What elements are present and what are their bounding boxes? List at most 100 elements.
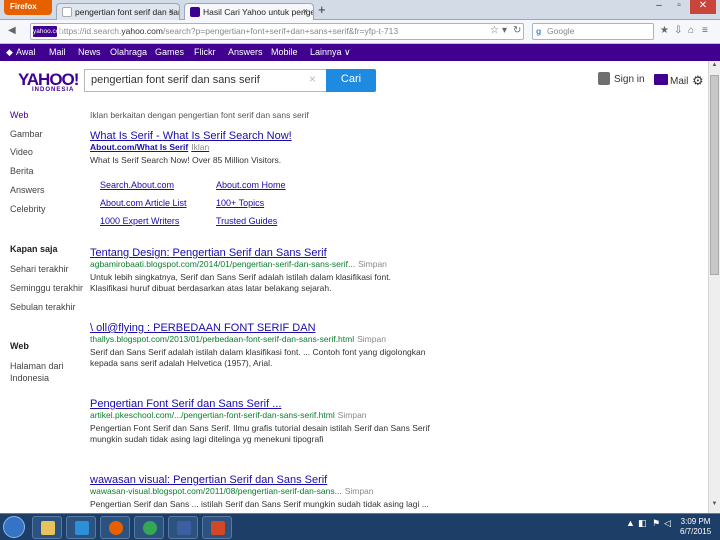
- home-icon[interactable]: ⌂: [688, 25, 694, 36]
- result-title[interactable]: wawasan visual: Pengertian Serif dan San…: [90, 474, 429, 486]
- ad-sitelink[interactable]: 100+ Topics: [216, 198, 264, 208]
- site-identity-badge[interactable]: yahoo.com: [33, 26, 65, 37]
- taskbar-explorer[interactable]: [32, 516, 62, 539]
- ad-sitelink[interactable]: Trusted Guides: [216, 216, 277, 226]
- close-icon[interactable]: ×: [169, 6, 174, 16]
- sidebar-region-line1[interactable]: Halaman dari: [10, 361, 64, 371]
- yahoo-y-icon: [190, 7, 200, 17]
- tab-google[interactable]: pengertian font serif dan sans serif ×: [56, 3, 180, 20]
- reload-icon[interactable]: ↻: [513, 25, 521, 36]
- url-prefix: https://id.search.: [59, 26, 122, 36]
- mail-icon[interactable]: [654, 74, 668, 85]
- nav-answers[interactable]: Answers: [228, 47, 263, 57]
- ad-sitelink[interactable]: Search.About.com: [100, 180, 174, 190]
- window-close-icon[interactable]: ✕: [690, 0, 716, 14]
- dropdown-icon[interactable]: ▾: [502, 25, 507, 36]
- ad-label: Iklan berkaitan dengan pengertian font s…: [90, 110, 309, 120]
- star-icon[interactable]: ☆: [490, 25, 499, 36]
- clear-search-icon[interactable]: ×: [309, 72, 316, 86]
- mail-link[interactable]: Mail: [670, 76, 688, 87]
- browser-search-field[interactable]: g Google: [532, 23, 654, 40]
- sidebar-region-line2[interactable]: Indonesia: [10, 373, 49, 383]
- sidebar-item-celebrity[interactable]: Celebrity: [10, 204, 46, 214]
- page-scrollbar[interactable]: ▲ ▼: [708, 61, 720, 513]
- user-icon[interactable]: [598, 72, 610, 85]
- window-controls: – ▫ ✕: [650, 0, 716, 14]
- result-url: artikel.pkeschool.com/.../pengertian-fon…: [90, 410, 335, 420]
- sidebar-item-day[interactable]: Sehari terakhir: [10, 264, 69, 274]
- nav-games[interactable]: Games: [155, 47, 184, 57]
- ad-url[interactable]: About.com/What Is Serif: [90, 142, 188, 152]
- search-button[interactable]: Cari: [326, 69, 376, 92]
- sidebar-item-answers[interactable]: Answers: [10, 185, 45, 195]
- sidebar-item-gambar[interactable]: Gambar: [10, 129, 43, 139]
- nav-news[interactable]: News: [78, 47, 101, 57]
- back-icon[interactable]: ◀: [8, 25, 16, 36]
- scroll-down-icon[interactable]: ▼: [710, 501, 719, 512]
- network-icon[interactable]: ◧: [638, 518, 647, 529]
- nav-mail[interactable]: Mail: [49, 47, 66, 57]
- media-player-icon: [75, 521, 89, 535]
- result-item: \ oll@flying : PERBEDAAN FONT SERIF DAN …: [90, 322, 425, 369]
- ad-result: What Is Serif - What Is Serif Search Now…: [90, 130, 292, 166]
- sidebar-region-head[interactable]: Web: [10, 341, 29, 351]
- tab-yahoo[interactable]: Hasil Cari Yahoo untuk pengertian fo... …: [184, 3, 314, 20]
- windows-start-button[interactable]: [3, 516, 25, 538]
- sidebar-item-month[interactable]: Sebulan terakhir: [10, 302, 76, 312]
- maximize-icon[interactable]: ▫: [670, 0, 688, 14]
- cache-link[interactable]: Simpan: [345, 486, 374, 496]
- nav-lainnya[interactable]: Lainnya ∨: [310, 47, 351, 58]
- tab-title: pengertian font serif dan sans serif: [75, 7, 179, 17]
- clock-time: 3:09 PM: [680, 517, 711, 526]
- sidebar-item-video[interactable]: Video: [10, 147, 33, 157]
- result-url: thallys.blogspot.com/2013/01/perbedaan-f…: [90, 334, 355, 344]
- sign-in-link[interactable]: Sign in: [614, 74, 645, 85]
- nav-awal[interactable]: Awal: [16, 47, 35, 57]
- taskbar-chrome[interactable]: [134, 516, 164, 539]
- scrollbar-thumb[interactable]: [710, 75, 719, 275]
- ad-sitelink[interactable]: About.com Home: [216, 180, 286, 190]
- url-bar[interactable]: yahoo.com https://id.search.yahoo.com/se…: [30, 23, 524, 40]
- nav-mobile[interactable]: Mobile: [271, 47, 298, 57]
- cache-link[interactable]: Simpan: [358, 259, 387, 269]
- system-clock[interactable]: 3:09 PM 6/7/2015: [680, 517, 711, 537]
- sidebar-item-berita[interactable]: Berita: [10, 166, 34, 176]
- firefox-menu-button[interactable]: Firefox: [4, 0, 52, 15]
- taskbar-firefox[interactable]: [100, 516, 130, 539]
- action-center-icon[interactable]: ⚑: [652, 518, 660, 529]
- result-item: Tentang Design: Pengertian Serif dan San…: [90, 247, 391, 294]
- sidebar-item-week[interactable]: Seminggu terakhir: [10, 283, 83, 293]
- gear-icon[interactable]: ⚙: [692, 73, 704, 89]
- ad-sitelink[interactable]: 1000 Expert Writers: [100, 216, 179, 226]
- close-icon[interactable]: ×: [303, 6, 308, 16]
- nav-flickr[interactable]: Flickr: [194, 47, 216, 57]
- tray-expand-icon[interactable]: ▲: [626, 518, 635, 528]
- taskbar-powerpoint[interactable]: [202, 516, 232, 539]
- nav-olahraga[interactable]: Olahraga: [110, 47, 147, 57]
- google-icon: g: [536, 26, 542, 36]
- taskbar-media[interactable]: [66, 516, 96, 539]
- result-desc: Pengertian Font Serif dan Sans Serif. Il…: [90, 423, 430, 433]
- bookmarks-icon[interactable]: ★: [660, 25, 669, 36]
- browser-titlebar: Firefox pengertian font serif dan sans s…: [0, 0, 720, 20]
- result-item: Pengertian Font Serif dan Sans Serif ...…: [90, 398, 430, 445]
- search-input[interactable]: pengertian font serif dan sans serif: [84, 69, 327, 92]
- cache-link[interactable]: Simpan: [357, 334, 386, 344]
- sidebar-time-head[interactable]: Kapan saja: [10, 244, 58, 254]
- folder-icon: [41, 521, 55, 535]
- result-title[interactable]: Pengertian Font Serif dan Sans Serif ...: [90, 398, 430, 410]
- new-tab-icon[interactable]: +: [318, 2, 326, 17]
- downloads-icon[interactable]: ⇩: [674, 25, 682, 36]
- ad-sitelink[interactable]: About.com Article List: [100, 198, 187, 208]
- result-title[interactable]: \ oll@flying : PERBEDAAN FONT SERIF DAN: [90, 322, 425, 334]
- ad-title[interactable]: What Is Serif - What Is Serif Search Now…: [90, 130, 292, 142]
- volume-icon[interactable]: ◁: [664, 518, 671, 529]
- scroll-up-icon[interactable]: ▲: [710, 62, 719, 73]
- taskbar-app[interactable]: [168, 516, 198, 539]
- cache-link[interactable]: Simpan: [338, 410, 367, 420]
- sidebar-item-web[interactable]: Web: [10, 110, 28, 120]
- result-title[interactable]: Tentang Design: Pengertian Serif dan San…: [90, 247, 391, 259]
- minimize-icon[interactable]: –: [650, 0, 668, 14]
- result-item: wawasan visual: Pengertian Serif dan San…: [90, 474, 429, 510]
- menu-icon[interactable]: ≡: [702, 25, 708, 36]
